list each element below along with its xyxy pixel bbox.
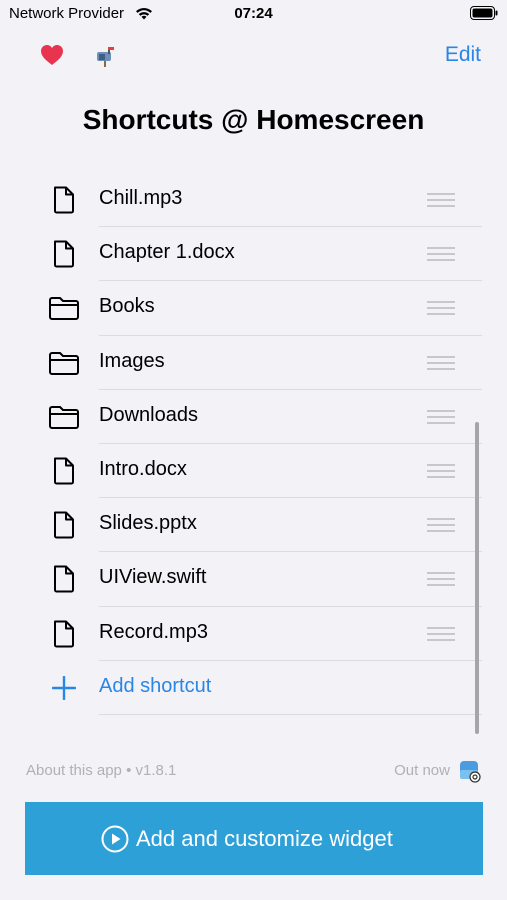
play-circle-icon xyxy=(101,825,129,853)
battery-icon xyxy=(470,6,498,20)
file-icon xyxy=(48,457,80,485)
drag-handle-icon[interactable] xyxy=(427,572,455,587)
list-item[interactable]: UIView.swift xyxy=(0,552,507,607)
folder-icon xyxy=(48,403,80,431)
add-widget-button[interactable]: Add and customize widget xyxy=(25,802,483,875)
list-item[interactable]: Chill.mp3 xyxy=(0,173,507,228)
list-item[interactable]: Books xyxy=(0,281,507,336)
file-icon xyxy=(48,511,80,539)
shortcut-label: Slides.pptx xyxy=(99,512,197,535)
add-shortcut-button[interactable]: Add shortcut xyxy=(0,661,507,715)
shortcut-label: Books xyxy=(99,295,155,318)
clock: 07:24 xyxy=(234,5,273,22)
divider xyxy=(99,713,482,715)
drag-handle-icon[interactable] xyxy=(427,518,455,533)
page-title: Shortcuts @ Homescreen xyxy=(82,104,425,135)
edit-button[interactable]: Edit xyxy=(445,43,481,67)
folder-icon xyxy=(48,294,80,322)
drag-handle-icon[interactable] xyxy=(427,463,455,478)
file-icon xyxy=(48,565,80,593)
list-item[interactable]: Images xyxy=(0,336,507,390)
add-widget-label: Add and customize widget xyxy=(136,826,393,851)
shortcut-list: Chill.mp3 Chapter 1.docx Books Images Downlo… xyxy=(0,173,507,715)
scrollbar[interactable] xyxy=(475,422,479,734)
list-item[interactable]: Slides.pptx xyxy=(0,498,507,553)
shortcut-label: Downloads xyxy=(99,403,198,426)
shortcut-label: Intro.docx xyxy=(99,457,187,480)
shortcut-label: Chapter 1.docx xyxy=(99,241,235,264)
shortcut-label: Record.mp3 xyxy=(99,620,208,643)
list-item[interactable]: Downloads xyxy=(0,390,507,444)
heart-icon[interactable] xyxy=(40,44,64,66)
list-item[interactable]: Intro.docx xyxy=(0,444,507,499)
app-store-icon[interactable] xyxy=(458,760,482,784)
shortcut-label: Images xyxy=(99,349,165,372)
drag-handle-icon[interactable] xyxy=(427,301,455,316)
add-shortcut-label: Add shortcut xyxy=(99,674,212,697)
file-icon xyxy=(48,620,80,648)
folder-icon xyxy=(48,349,80,377)
drag-handle-icon[interactable] xyxy=(427,193,455,207)
out-now-label[interactable]: Out now xyxy=(394,762,450,779)
plus-icon xyxy=(52,675,76,700)
file-icon xyxy=(48,240,80,268)
drag-handle-icon[interactable] xyxy=(427,355,455,370)
drag-handle-icon[interactable] xyxy=(427,247,455,262)
shortcut-label: UIView.swift xyxy=(99,566,207,589)
about-app-link[interactable]: About this app • v1.8.1 xyxy=(26,762,176,779)
drag-handle-icon[interactable] xyxy=(427,626,455,641)
file-icon xyxy=(48,186,80,214)
drag-handle-icon[interactable] xyxy=(427,409,455,424)
status-bar: Network Provider 07:24 xyxy=(0,0,507,30)
shortcut-label: Chill.mp3 xyxy=(99,187,183,209)
list-item[interactable]: Chapter 1.docx xyxy=(0,227,507,282)
list-item[interactable]: Record.mp3 xyxy=(0,607,507,661)
mailbox-icon[interactable] xyxy=(94,44,118,68)
